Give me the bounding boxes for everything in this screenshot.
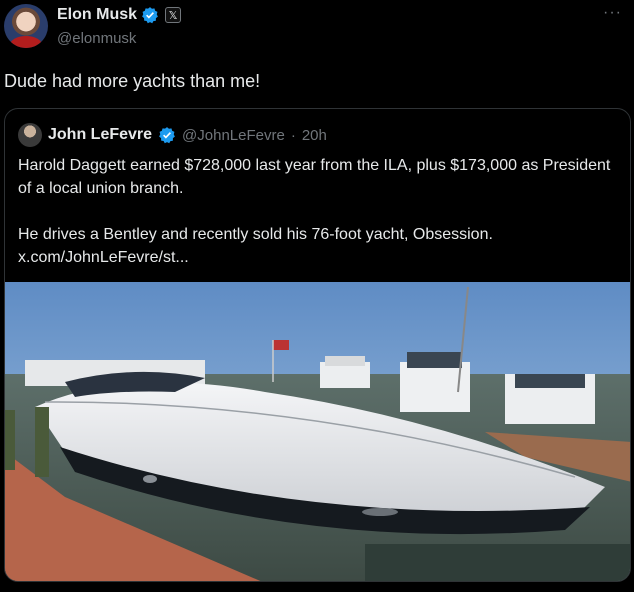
quoted-time: 20h <box>301 126 327 144</box>
quoted-tweet[interactable]: John LeFevre @JohnLeFevre · 20h Harold D… <box>4 108 631 582</box>
author-name-row: Elon Musk 𝕏 <box>57 6 182 24</box>
tweet-header: Elon Musk 𝕏 @elonmusk ··· <box>0 0 634 60</box>
quoted-paragraph-2: He drives a Bentley and recently sold hi… <box>18 226 493 243</box>
quoted-text: Harold Daggett earned $728,000 last year… <box>18 154 618 269</box>
verified-badge-icon <box>142 7 158 24</box>
quoted-author-name: John LeFevre <box>48 126 153 143</box>
quoted-paragraph-1: Harold Daggett earned $728,000 last year… <box>18 157 611 197</box>
author-name[interactable]: Elon Musk <box>57 6 137 24</box>
x-logo-icon: 𝕏 <box>165 7 182 23</box>
yacht-photo[interactable] <box>5 282 630 581</box>
author-avatar[interactable] <box>4 4 48 48</box>
quoted-author-avatar <box>18 123 42 147</box>
more-options-icon[interactable]: ··· <box>603 4 622 22</box>
quoted-author-handle: @JohnLeFevre <box>182 126 285 144</box>
meta-separator: · <box>290 126 296 144</box>
verified-badge-icon <box>159 127 175 144</box>
quoted-link[interactable]: x.com/JohnLeFevre/st... <box>18 246 618 269</box>
tweet-text: Dude had more yachts than me! <box>4 71 261 91</box>
quoted-header: John LeFevre @JohnLeFevre · 20h <box>18 123 327 147</box>
author-handle[interactable]: @elonmusk <box>57 30 136 47</box>
yacht-image <box>5 282 630 581</box>
